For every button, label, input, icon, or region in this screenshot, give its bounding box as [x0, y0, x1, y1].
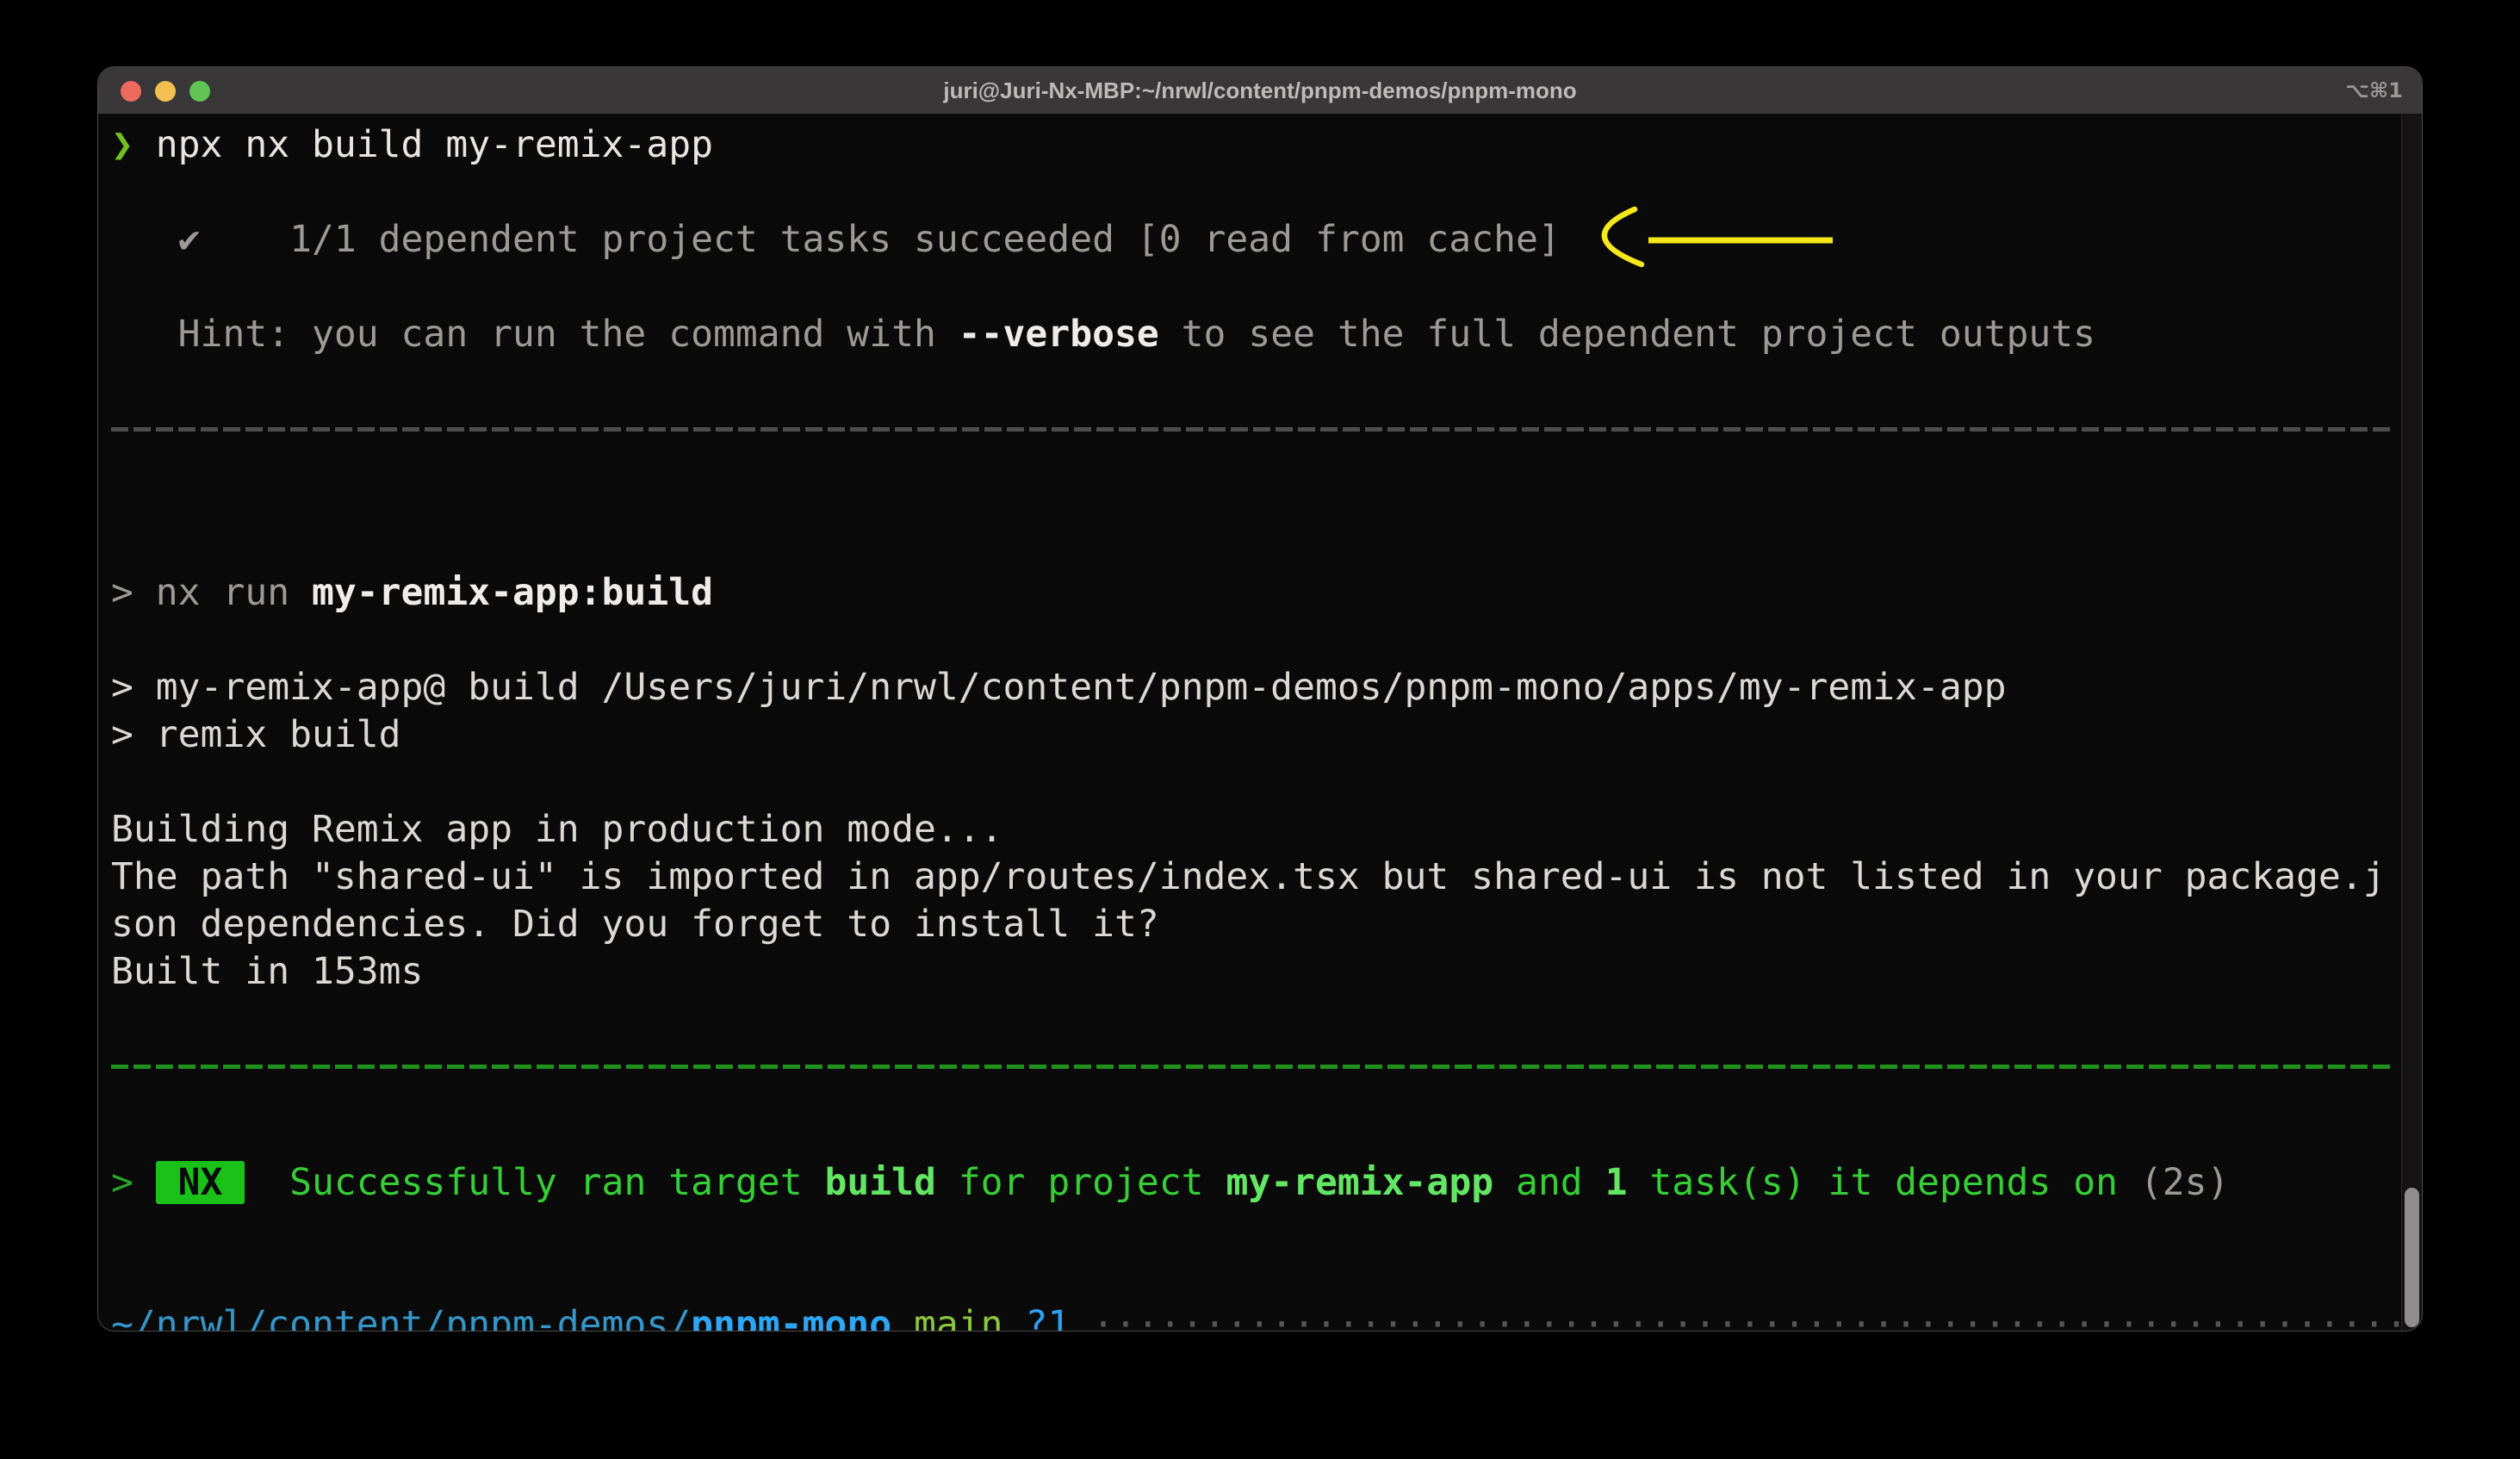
- terminal-buffer[interactable]: ❯ npx nx build my-remix-app ✔ 1/1 depend…: [98, 115, 2400, 1331]
- package-build-text: > my-remix-app@ build /Users/juri/nrwl/c…: [111, 666, 2007, 709]
- nx-run-prefix: > nx run: [111, 571, 312, 614]
- blank-line: [111, 358, 2400, 406]
- warning-line-1: The path "shared-ui" is imported in app/…: [111, 854, 2400, 901]
- success-text-2: for project: [936, 1161, 1226, 1204]
- success-text-4: task(s) it depends on: [1627, 1161, 2139, 1204]
- minimize-button[interactable]: [155, 81, 176, 102]
- package-build-line: > my-remix-app@ build /Users/juri/nrwl/c…: [111, 664, 2400, 711]
- scrollbar-track[interactable]: [2401, 115, 2422, 1331]
- cwd-dir: pnpm-mono: [691, 1303, 891, 1331]
- warning-text-2: son dependencies. Did you forget to inst…: [111, 903, 1159, 946]
- blank-line: [111, 475, 2400, 522]
- warning-line-2: son dependencies. Did you forget to inst…: [111, 901, 2400, 948]
- terminal-window: juri@Juri-Nx-MBP:~/nrwl/content/pnpm-dem…: [97, 66, 2423, 1332]
- git-branch: main: [891, 1303, 1025, 1331]
- separator-gray: [111, 427, 2400, 475]
- blank-line: [111, 522, 2400, 569]
- building-line: Building Remix app in production mode...: [111, 806, 2400, 854]
- separator-line: [111, 1065, 2390, 1069]
- close-button[interactable]: [121, 81, 141, 102]
- nx-run-line: > nx run my-remix-app:build: [111, 569, 2400, 617]
- cwd-path: ~/nrwl/content/pnpm-demos/: [111, 1303, 691, 1331]
- blank-line: [111, 1207, 2400, 1254]
- dependent-tasks-line: ✔ 1/1 dependent project tasks succeeded …: [111, 216, 2400, 264]
- blank-line: [111, 996, 2400, 1043]
- command-text: npx nx build my-remix-app: [156, 123, 713, 166]
- built-time-text: Built in 153ms: [111, 950, 423, 993]
- verbose-flag: --verbose: [959, 313, 1159, 356]
- dependent-tasks-text: ✔ 1/1 dependent project tasks succeeded …: [111, 218, 1561, 261]
- blank-line: [111, 1112, 2400, 1159]
- built-time-line: Built in 153ms: [111, 948, 2400, 996]
- shell-path-line: ~/nrwl/content/pnpm-demos/pnpm-mono main…: [111, 1301, 2400, 1331]
- success-prefix: >: [111, 1161, 156, 1204]
- task-count: 1: [1605, 1161, 1628, 1204]
- blank-line: [111, 264, 2400, 311]
- window-title: juri@Juri-Nx-MBP:~/nrwl/content/pnpm-dem…: [943, 78, 1576, 104]
- zoom-button[interactable]: [189, 81, 210, 102]
- project-name: my-remix-app: [1226, 1161, 1493, 1204]
- window-shortcut-badge: ⌥⌘1: [2345, 78, 2403, 102]
- window-titlebar[interactable]: juri@Juri-Nx-MBP:~/nrwl/content/pnpm-dem…: [98, 67, 2422, 115]
- success-text-3: and: [1493, 1161, 1604, 1204]
- nx-badge: NX: [156, 1161, 245, 1204]
- building-text: Building Remix app in production mode...: [111, 808, 1003, 851]
- command-line: ❯ npx nx build my-remix-app: [111, 121, 2400, 169]
- hint-text: Hint: you can run the command with: [111, 313, 959, 356]
- duration: (2s): [2140, 1161, 2230, 1204]
- target-name: build: [824, 1161, 935, 1204]
- remix-build-text: > remix build: [111, 713, 401, 756]
- nx-success-line: > NX Successfully ran target build for p…: [111, 1159, 2400, 1207]
- desktop-background: { "window": { "title": "juri@Juri-Nx-MBP…: [0, 0, 2520, 1459]
- success-text-1: Successfully ran target: [245, 1161, 824, 1204]
- blank-line: [111, 1254, 2400, 1301]
- warning-text-1: The path "shared-ui" is imported in app/…: [111, 855, 2386, 898]
- remix-build-line: > remix build: [111, 711, 2400, 759]
- prompt-icon: ❯: [111, 123, 156, 166]
- git-status: ?1: [1025, 1303, 1070, 1331]
- blank-line: [111, 759, 2400, 806]
- blank-line: [111, 617, 2400, 664]
- separator-green: [111, 1065, 2400, 1112]
- hint-line: Hint: you can run the command with --ver…: [111, 311, 2400, 358]
- traffic-lights: [121, 67, 210, 115]
- separator-line: [111, 427, 2390, 431]
- filler-dots: ········································…: [1070, 1303, 2400, 1331]
- blank-line: [111, 169, 2400, 216]
- task-name: my-remix-app:build: [312, 571, 713, 614]
- scrollbar-thumb[interactable]: [2405, 1188, 2419, 1327]
- hint-text-tail: to see the full dependent project output…: [1159, 313, 2095, 356]
